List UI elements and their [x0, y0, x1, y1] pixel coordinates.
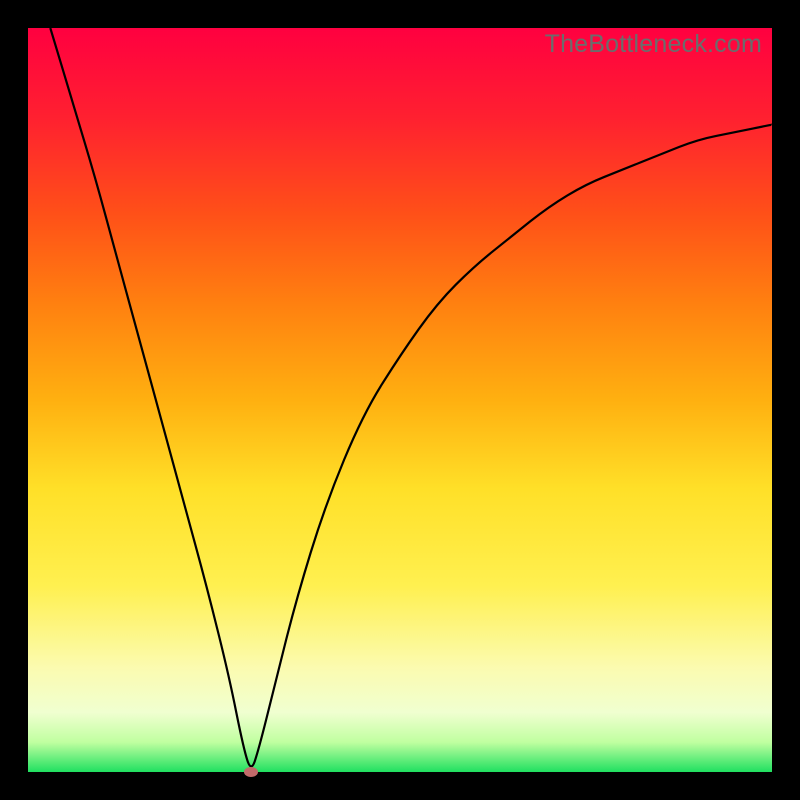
bottleneck-curve [28, 28, 772, 772]
plot-area: TheBottleneck.com [28, 28, 772, 772]
watermark-text: TheBottleneck.com [545, 30, 762, 59]
chart-frame: TheBottleneck.com [0, 0, 800, 800]
curve-path [50, 28, 772, 766]
minimum-marker [244, 767, 258, 777]
